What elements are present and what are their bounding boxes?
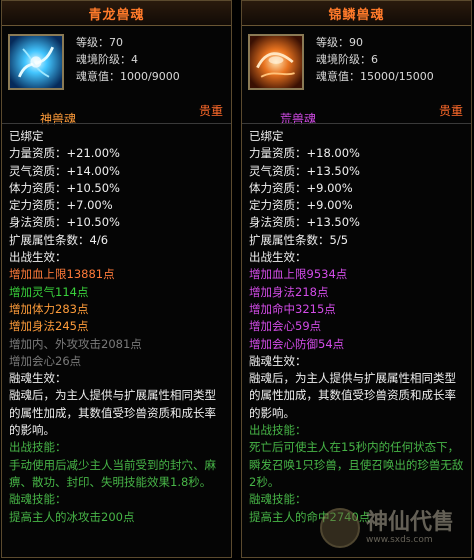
left-attribute-line: 增加会心26点 xyxy=(9,353,82,368)
right-attribute-line: 出战生效： xyxy=(249,250,307,265)
left-attribute-line: 力量资质：+21.00% xyxy=(9,146,120,161)
right-attribute-line: 融魂生效： xyxy=(249,353,307,368)
left-attributes: 已绑定力量资质：+21.00% 灵气资质：+14.00% 体力资质：+10.50% 定… xyxy=(2,123,231,557)
right-attribute-list: 已绑定力量资质：+18.00% 灵气资质：+13.50% 体力资质：+9.00% 定力… xyxy=(242,124,471,526)
left-soul-value: 魂意值：1000/9000 xyxy=(76,70,180,83)
right-attributes: 已绑定力量资质：+18.00% 灵气资质：+13.50% 体力资质：+9.00% 定力… xyxy=(242,123,471,557)
left-head: 等级：70 魂境阶级：4 魂意值：1000/9000 神兽魂 xyxy=(2,26,231,126)
right-attribute-line: 提高主人的命中2740点 xyxy=(249,509,371,524)
left-attribute-line: 灵气资质：+14.00% xyxy=(9,163,120,178)
left-attribute-line: 出战技能： xyxy=(9,440,67,455)
right-realm-rank: 魂境阶级：6 xyxy=(316,53,378,66)
right-attribute-line: 扩展属性条数：5/5 xyxy=(249,232,349,247)
left-soul-panel: 青龙兽魂 等级：70 魂境阶级：4 魂意值：1000/9000 神兽魂 贵重 已… xyxy=(1,0,232,558)
left-attribute-line: 增加内、外攻攻击2081点 xyxy=(9,336,142,351)
right-rarity: 贵重 xyxy=(438,104,463,118)
left-attribute-list: 已绑定力量资质：+21.00% 灵气资质：+14.00% 体力资质：+10.50% 定… xyxy=(2,124,231,526)
left-level: 等级：70 xyxy=(76,36,123,49)
left-title-bar: 青龙兽魂 xyxy=(2,1,231,26)
right-attribute-line: 体力资质：+9.00% xyxy=(249,180,353,195)
left-attribute-line: 增加血上限13881点 xyxy=(9,267,115,282)
right-attribute-line: 增加命中3215点 xyxy=(249,301,336,316)
right-title-bar: 锦鳞兽魂 xyxy=(242,1,471,26)
right-attribute-line: 融魂技能： xyxy=(249,492,307,507)
right-level: 等级：90 xyxy=(316,36,363,49)
left-attribute-line: 身法资质：+10.50% xyxy=(9,215,120,230)
left-rarity: 贵重 xyxy=(198,104,223,118)
right-attribute-line: 灵气资质：+13.50% xyxy=(249,163,360,178)
right-attribute-line: 增加会心59点 xyxy=(249,319,322,334)
left-attribute-line: 融魂后，为主人提供与扩展属性相同类型的属性加成，其数值受珍兽资质和成长率的影响。 xyxy=(9,388,216,438)
right-attribute-line: 增加会心防御54点 xyxy=(249,336,345,351)
right-attribute-line: 定力资质：+9.00% xyxy=(249,198,353,213)
dragon-soul-icon[interactable] xyxy=(8,34,64,90)
right-attribute-line: 已绑定 xyxy=(249,129,284,143)
right-attribute-line: 出战技能： xyxy=(249,423,307,438)
right-attribute-line: 融魂后，为主人提供与扩展属性相同类型的属性加成，其数值受珍兽资质和成长率的影响。 xyxy=(249,371,456,420)
carp-soul-icon[interactable] xyxy=(248,34,304,90)
right-soul-panel: 锦鳞兽魂 等级：90 魂境阶级：6 魂意值：15000/15000 荒兽魂 贵重… xyxy=(241,0,472,558)
right-soul-value: 魂意值：15000/15000 xyxy=(316,70,434,83)
left-attribute-line: 增加身法245点 xyxy=(9,319,89,334)
right-attribute-line: 增加血上限9534点 xyxy=(249,267,348,282)
left-attribute-line: 手动使用后减少主人当前受到的封穴、麻痹、散功、封印、失明技能效果1.8秒。 xyxy=(9,457,216,489)
left-attribute-line: 增加灵气114点 xyxy=(9,284,89,299)
left-title: 青龙兽魂 xyxy=(88,7,145,23)
left-stats: 等级：70 魂境阶级：4 魂意值：1000/9000 xyxy=(76,34,180,85)
right-attribute-line: 死亡后可使主人在15秒内的任何状态下，瞬发召唤1只珍兽，且使召唤出的珍兽无敌2秒… xyxy=(249,440,464,489)
left-attribute-line: 定力资质：+7.00% xyxy=(9,198,113,213)
left-attribute-line: 已绑定 xyxy=(9,129,44,143)
right-title: 锦鳞兽魂 xyxy=(328,7,385,23)
right-attribute-line: 身法资质：+13.50% xyxy=(249,215,360,230)
right-attribute-line: 增加身法218点 xyxy=(249,284,329,299)
right-stats: 等级：90 魂境阶级：6 魂意值：15000/15000 xyxy=(316,34,434,85)
left-attribute-line: 体力资质：+10.50% xyxy=(9,180,120,195)
right-head: 等级：90 魂境阶级：6 魂意值：15000/15000 荒兽魂 xyxy=(242,26,471,126)
right-attribute-line: 力量资质：+18.00% xyxy=(249,146,360,161)
left-attribute-line: 增加体力283点 xyxy=(9,301,89,316)
left-attribute-line: 出战生效： xyxy=(9,250,67,265)
left-attribute-line: 融魂生效： xyxy=(9,371,67,386)
left-attribute-line: 扩展属性条数：4/6 xyxy=(9,232,109,247)
left-attribute-line: 融魂技能： xyxy=(9,492,67,507)
left-attribute-line: 提高主人的冰攻击200点 xyxy=(9,509,135,524)
left-realm-rank: 魂境阶级：4 xyxy=(76,53,138,66)
